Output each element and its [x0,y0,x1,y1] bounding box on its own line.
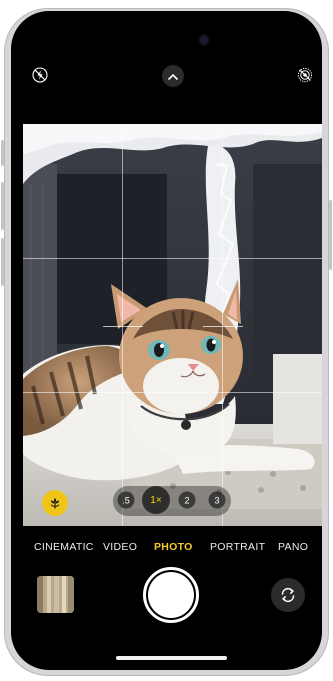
mode-portrait[interactable]: PORTRAIT [210,541,265,553]
mode-video[interactable]: VIDEO [103,541,137,553]
grid-line-horizontal [23,392,322,393]
front-camera [200,36,208,44]
level-indicator-left [103,326,143,327]
zoom-2x-button[interactable]: 2 [178,491,196,509]
grid-line-vertical [122,124,123,526]
zoom-3x-button[interactable]: 3 [208,491,226,509]
mode-photo[interactable]: PHOTO [154,541,193,553]
volume-down-button [1,238,4,286]
viewfinder-image-cat [23,124,322,526]
power-button [329,200,332,270]
level-indicator-right [203,326,243,327]
zoom-1x-button[interactable]: 1× [142,486,170,514]
macro-flower-icon [50,498,60,509]
camera-controls-button[interactable] [162,65,184,87]
camera-flip-button[interactable] [271,578,305,612]
zoom-0-5-button[interactable]: .5 [117,491,135,509]
macro-toggle-button[interactable] [42,490,68,516]
camera-flip-icon [281,587,295,603]
mode-cinematic[interactable]: CINEMATIC [34,541,94,553]
action-button [1,140,4,166]
mode-pano[interactable]: PANO [278,541,308,553]
grid-line-vertical [222,124,223,526]
chevron-up-icon [168,73,178,80]
last-photo-thumbnail[interactable] [37,576,74,613]
grid-line-horizontal [23,258,322,259]
shutter-button[interactable] [148,572,194,618]
viewfinder[interactable] [23,124,322,526]
home-indicator[interactable] [116,656,227,660]
volume-up-button [1,182,4,230]
flash-off-icon[interactable] [31,66,49,84]
live-photo-off-icon[interactable] [296,66,314,84]
